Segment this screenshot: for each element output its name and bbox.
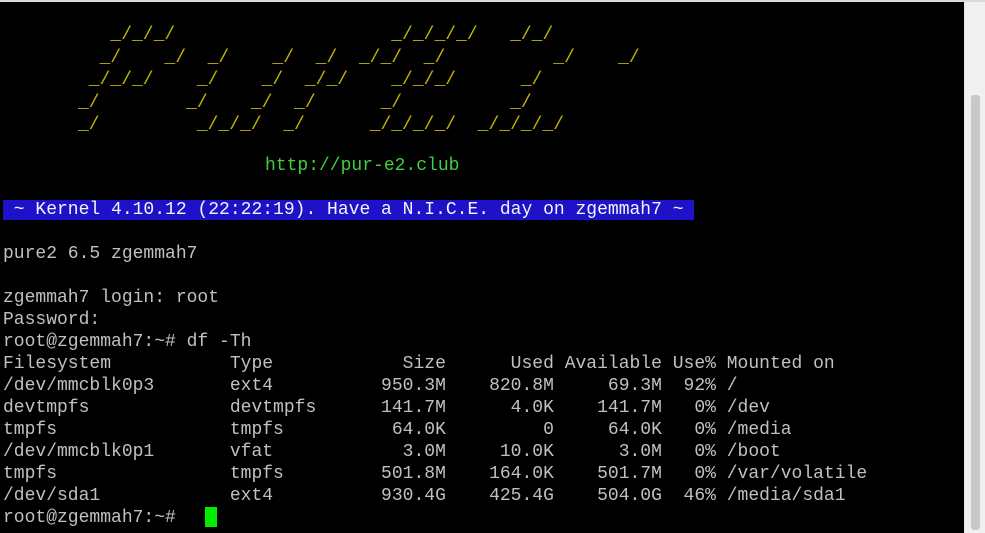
df-table-row: tmpfs tmpfs 64.0K 0 64.0K 0% /media (3, 420, 792, 440)
terminal-screen[interactable]: _/_/_/ _/_/_/_/ _/_/ _/ _/ _/ _/ _/ _/_/… (0, 2, 964, 533)
login-line: zgemmah7 login: root (3, 288, 220, 308)
banner-url: http://pur-e2.club (265, 156, 460, 176)
vertical-scrollbar[interactable] (964, 2, 985, 533)
df-table-row: tmpfs tmpfs 501.8M 164.0K 501.7M 0% /var… (3, 464, 868, 484)
system-info: pure2 6.5 zgemmah7 (3, 244, 198, 264)
command-prompt: root@zgemmah7:~# (3, 332, 176, 352)
df-table-header: Filesystem Type Size Used Available Use%… (3, 354, 835, 374)
password-line: Password: (3, 310, 101, 330)
df-table-row: /dev/mmcblk0p3 ext4 950.3M 820.8M 69.3M … (3, 376, 738, 396)
scrollbar-thumb[interactable] (971, 95, 980, 530)
df-table-row: /dev/sda1 ext4 930.4G 425.4G 504.0G 46% … (3, 486, 846, 506)
ascii-art-logo: _/_/_/ _/_/_/_/ _/_/ _/ _/ _/ _/ _/ _/_/… (78, 25, 640, 135)
final-prompt: root@zgemmah7:~# (3, 508, 176, 528)
command-line: root@zgemmah7:~# df -Th (3, 331, 251, 353)
motd-text: ~ Kernel 4.10.12 (22:22:19). Have a N.I.… (3, 200, 695, 220)
terminal-cursor[interactable] (205, 507, 217, 527)
command-text: df -Th (186, 332, 252, 352)
motd-line: ~ Kernel 4.10.12 (22:22:19). Have a N.I.… (3, 199, 695, 221)
df-table-row: devtmpfs devtmpfs 141.7M 4.0K 141.7M 0% … (3, 398, 770, 418)
df-table-row: /dev/mmcblk0p1 vfat 3.0M 10.0K 3.0M 0% /… (3, 442, 781, 462)
